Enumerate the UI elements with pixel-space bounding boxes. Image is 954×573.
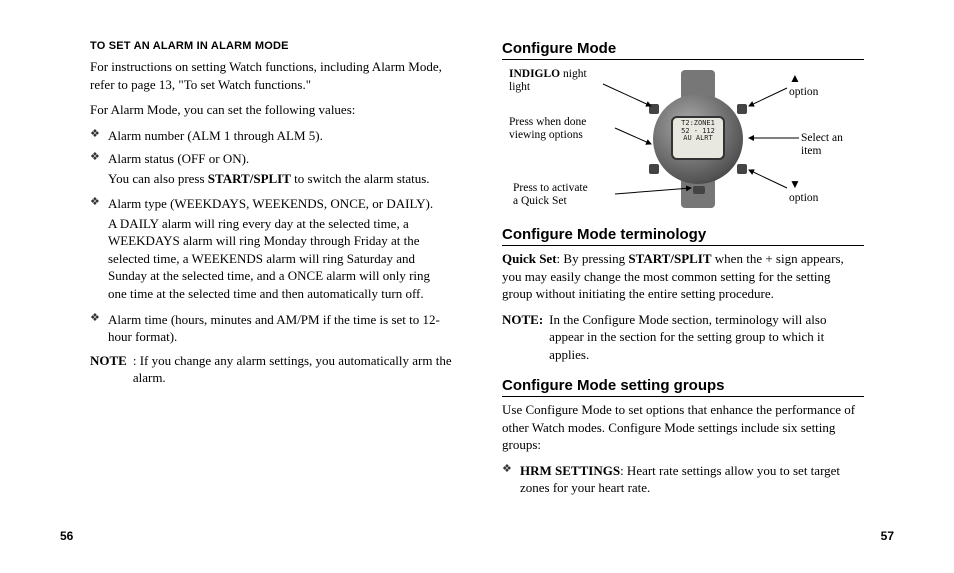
setting-groups-list: HRM SETTINGS: Heart rate settings allow … — [502, 462, 864, 497]
alarm-values-list: Alarm number (ALM 1 through ALM 5). Alar… — [90, 127, 452, 346]
indiglo-bold: INDIGLO — [509, 68, 560, 80]
list-text: Alarm type (WEEKDAYS, WEEKENDS, ONCE, or… — [108, 196, 433, 211]
watch-button-br — [737, 164, 747, 174]
triangle-down-icon: ▼ — [789, 177, 801, 191]
txt: option — [789, 192, 818, 204]
note-label: NOTE — [90, 352, 127, 387]
page-number-left: 56 — [60, 529, 73, 543]
page-57: Configure Mode T2:ZONE1 52 - 112 AU ALRT — [502, 40, 904, 543]
txt: option — [789, 86, 818, 98]
list-subtext: A DAILY alarm will ring every day at the… — [108, 215, 452, 303]
start-split-label: START/SPLIT — [208, 171, 291, 186]
list-text: Alarm time (hours, minutes and AM/PM if … — [108, 312, 440, 345]
terminology-paragraph: Quick Set: By pressing START/SPLIT when … — [502, 250, 864, 303]
page-number-right: 57 — [881, 529, 894, 543]
page-56: TO SET AN ALARM IN ALARM MODE For instru… — [50, 40, 452, 543]
watch-button-bl — [649, 164, 659, 174]
note-text: In the Configure Mode section, terminolo… — [549, 311, 864, 364]
list-item: Alarm type (WEEKDAYS, WEEKENDS, ONCE, or… — [90, 195, 452, 302]
list-item: Alarm number (ALM 1 through ALM 5). — [90, 127, 452, 145]
label-press-quickset: Press to activate a Quick Set — [513, 182, 588, 208]
triangle-up-icon: ▲ — [789, 71, 801, 85]
watch-button-tl — [649, 104, 659, 114]
note-label: NOTE: — [502, 311, 543, 364]
alarm-lead: For Alarm Mode, you can set the followin… — [90, 101, 452, 119]
watch-button-tr — [737, 104, 747, 114]
txt: You can also press — [108, 171, 208, 186]
txt: to switch the alarm status. — [291, 171, 430, 186]
watch-case: T2:ZONE1 52 - 112 AU ALRT — [653, 94, 743, 184]
list-item: Alarm status (OFF or ON). You can also p… — [90, 150, 452, 187]
face-line: AU ALRT — [673, 135, 723, 143]
groups-intro: Use Configure Mode to set options that e… — [502, 401, 864, 454]
label-select-item: Select an item — [801, 132, 863, 158]
note-text: : If you change any alarm settings, you … — [133, 352, 452, 387]
alarm-subhead: TO SET AN ALARM IN ALARM MODE — [90, 40, 452, 52]
label-indiglo: INDIGLO night light — [509, 68, 587, 94]
hrm-settings-label: HRM SETTINGS — [520, 463, 620, 478]
configure-mode-heading: Configure Mode — [502, 40, 864, 60]
configure-groups-heading: Configure Mode setting groups — [502, 377, 864, 397]
page-spread: TO SET AN ALARM IN ALARM MODE For instru… — [0, 0, 954, 573]
txt: : By pressing — [557, 251, 629, 266]
label-down-option: ▼ option — [789, 178, 818, 205]
watch-body: T2:ZONE1 52 - 112 AU ALRT — [653, 94, 743, 184]
watch-button-bottom — [693, 186, 705, 194]
list-text: Alarm number (ALM 1 through ALM 5). — [108, 128, 323, 143]
list-subtext: You can also press START/SPLIT to switch… — [108, 170, 452, 188]
label-up-option: ▲ option — [789, 72, 818, 99]
start-split-label: START/SPLIT — [628, 251, 711, 266]
note-block: NOTE: In the Configure Mode section, ter… — [502, 311, 864, 364]
list-item: Alarm time (hours, minutes and AM/PM if … — [90, 311, 452, 346]
watch-diagram: T2:ZONE1 52 - 112 AU ALRT — [503, 66, 863, 216]
configure-terminology-heading: Configure Mode terminology — [502, 226, 864, 246]
quick-set-label: Quick Set — [502, 251, 557, 266]
note-block: NOTE : If you change any alarm settings,… — [90, 352, 452, 387]
list-text: Alarm status (OFF or ON). — [108, 151, 249, 166]
list-item: HRM SETTINGS: Heart rate settings allow … — [502, 462, 864, 497]
watch-face: T2:ZONE1 52 - 112 AU ALRT — [671, 116, 725, 160]
alarm-intro: For instructions on setting Watch functi… — [90, 58, 452, 93]
label-press-done: Press when done viewing options — [509, 116, 586, 142]
